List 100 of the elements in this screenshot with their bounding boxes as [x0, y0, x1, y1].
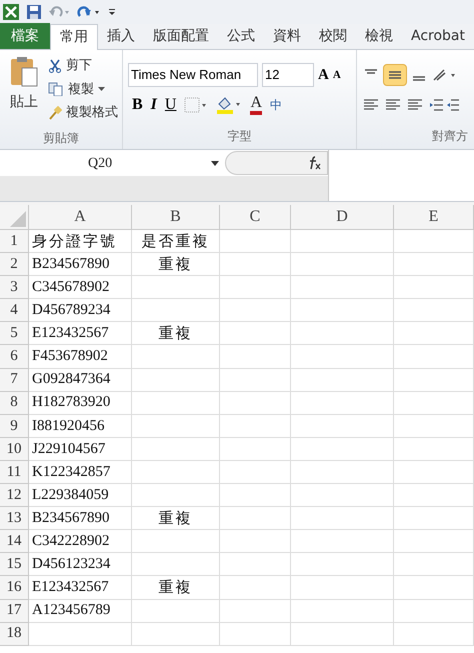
paste-button[interactable]: 貼上	[10, 92, 38, 113]
table-cell[interactable]: 重複	[132, 576, 220, 600]
table-cell[interactable]: G092847364	[29, 368, 132, 392]
table-cell[interactable]	[132, 299, 220, 322]
middle-align-button[interactable]	[383, 64, 407, 86]
row-header[interactable]: 10	[0, 438, 29, 461]
table-cell[interactable]: E123432567	[29, 322, 132, 346]
row-header[interactable]: 3	[0, 276, 29, 300]
row-header[interactable]: 8	[0, 392, 29, 415]
ribbon-tab[interactable]: 檢視	[356, 23, 402, 49]
table-cell[interactable]	[291, 345, 394, 369]
cut-button[interactable]: 剪下	[48, 56, 118, 76]
table-cell[interactable]	[394, 622, 474, 646]
italic-button[interactable]: I	[150, 93, 157, 117]
table-cell[interactable]: 是否重複	[132, 230, 220, 254]
copy-button[interactable]: 複製	[48, 80, 118, 99]
align-center-icon[interactable]	[385, 98, 401, 112]
table-cell[interactable]	[291, 276, 394, 300]
row-header[interactable]: 18	[0, 622, 29, 646]
table-cell[interactable]: A123456789	[29, 600, 132, 623]
table-cell[interactable]: K122342857	[29, 460, 132, 484]
table-cell[interactable]	[220, 322, 291, 346]
table-cell[interactable]	[394, 530, 474, 554]
table-cell[interactable]	[220, 600, 291, 623]
table-cell[interactable]	[291, 368, 394, 392]
table-cell[interactable]	[394, 368, 474, 392]
table-cell[interactable]	[291, 438, 394, 461]
table-cell[interactable]	[220, 460, 291, 484]
column-header[interactable]: E	[394, 205, 474, 229]
align-left-icon[interactable]	[363, 98, 379, 112]
table-cell[interactable]	[132, 414, 220, 438]
table-cell[interactable]: 身分證字號	[29, 230, 132, 254]
table-cell[interactable]	[132, 484, 220, 508]
row-header[interactable]: 13	[0, 507, 29, 530]
table-cell[interactable]	[394, 438, 474, 461]
table-cell[interactable]	[394, 600, 474, 623]
table-cell[interactable]	[220, 392, 291, 415]
table-cell[interactable]	[291, 460, 394, 484]
ribbon-tab[interactable]: 資料	[264, 23, 310, 49]
table-cell[interactable]	[132, 368, 220, 392]
row-header[interactable]: 15	[0, 553, 29, 576]
table-cell[interactable]	[132, 460, 220, 484]
table-cell[interactable]	[132, 392, 220, 415]
align-right-icon[interactable]	[407, 98, 423, 112]
table-cell[interactable]: L229384059	[29, 484, 132, 508]
row-header[interactable]: 6	[0, 345, 29, 369]
table-cell[interactable]: B234567890	[29, 253, 132, 276]
table-cell[interactable]: I881920456	[29, 414, 132, 438]
table-cell[interactable]	[394, 392, 474, 415]
table-cell[interactable]	[291, 299, 394, 322]
table-cell[interactable]	[220, 299, 291, 322]
underline-button[interactable]: U	[164, 93, 176, 117]
table-cell[interactable]	[291, 553, 394, 576]
row-header[interactable]: 16	[0, 576, 29, 600]
table-cell[interactable]: D456789234	[29, 299, 132, 322]
table-cell[interactable]	[220, 414, 291, 438]
table-cell[interactable]	[291, 622, 394, 646]
ribbon-tab[interactable]: 校閱	[310, 23, 356, 49]
font-size-field[interactable]: 12	[262, 63, 314, 87]
function-icon[interactable]	[307, 156, 321, 170]
table-cell[interactable]	[291, 253, 394, 276]
border-icon[interactable]	[184, 97, 208, 113]
ribbon-tab[interactable]: 常用	[50, 24, 98, 50]
table-cell[interactable]: C345678902	[29, 276, 132, 300]
table-cell[interactable]	[291, 392, 394, 415]
row-header[interactable]: 12	[0, 484, 29, 508]
table-cell[interactable]	[220, 438, 291, 461]
select-all-icon[interactable]	[10, 211, 26, 227]
table-cell[interactable]	[29, 622, 132, 646]
table-cell[interactable]	[394, 553, 474, 576]
table-cell[interactable]	[132, 530, 220, 554]
table-cell[interactable]	[220, 622, 291, 646]
table-cell[interactable]	[394, 276, 474, 300]
column-header[interactable]: B	[132, 205, 220, 229]
table-cell[interactable]: D456123234	[29, 553, 132, 576]
table-cell[interactable]	[291, 322, 394, 346]
column-header[interactable]: D	[291, 205, 394, 229]
table-cell[interactable]	[220, 530, 291, 554]
table-cell[interactable]	[220, 553, 291, 576]
shrink-font-button[interactable]: A	[332, 66, 341, 84]
ribbon-tab[interactable]: 檔案	[0, 23, 50, 49]
table-cell[interactable]	[220, 484, 291, 508]
table-cell[interactable]	[394, 253, 474, 276]
customize-toolbar-icon[interactable]	[108, 6, 116, 18]
table-cell[interactable]: J229104567	[29, 438, 132, 461]
ribbon-tab[interactable]: 公式	[218, 23, 264, 49]
undo-icon[interactable]	[48, 5, 70, 19]
ribbon-tab[interactable]: 插入	[98, 23, 144, 49]
row-header[interactable]: 11	[0, 460, 29, 484]
table-cell[interactable]	[132, 553, 220, 576]
row-header[interactable]: 2	[0, 253, 29, 276]
ribbon-tab[interactable]: 版面配置	[144, 23, 218, 49]
phonetic-button[interactable]: 中	[270, 96, 282, 114]
table-cell[interactable]	[220, 253, 291, 276]
row-header[interactable]: 5	[0, 322, 29, 346]
table-cell[interactable]: H182783920	[29, 392, 132, 415]
ribbon-tab[interactable]: Acrobat	[402, 23, 474, 49]
row-header[interactable]: 7	[0, 368, 29, 392]
table-cell[interactable]	[291, 600, 394, 623]
table-cell[interactable]	[291, 414, 394, 438]
